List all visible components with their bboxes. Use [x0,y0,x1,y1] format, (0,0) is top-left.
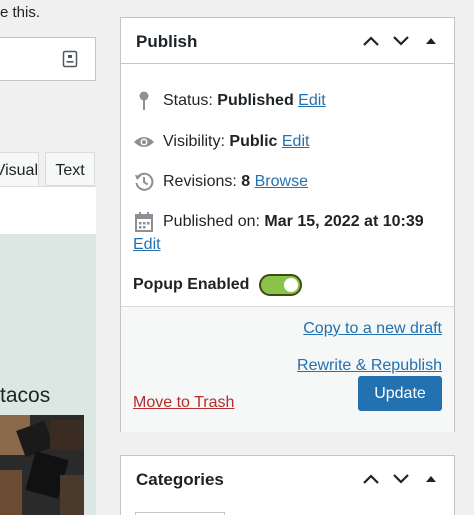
copy-to-new-draft-link[interactable]: Copy to a new draft [303,320,442,338]
chevron-down-icon [393,36,409,46]
revisions-row: Revisions: 8 Browse [133,171,308,193]
eye-icon [133,131,155,153]
popup-enabled-toggle[interactable] [259,274,303,296]
update-button[interactable]: Update [358,376,442,411]
move-down-button[interactable] [386,468,416,490]
toggle-panel-button[interactable] [416,468,446,490]
revisions-label: Revisions: [163,173,237,190]
visibility-row: Visibility: Public Edit [133,131,309,153]
collapse-arrow-icon [426,476,436,482]
status-value: Published [217,92,294,109]
publish-box-header: Publish [121,18,454,64]
chevron-up-icon [363,36,379,46]
popup-enabled-label: Popup Enabled [133,276,250,293]
notice-text: e this. [0,4,41,21]
edit-status-link[interactable]: Edit [298,92,326,110]
rewrite-republish-link[interactable]: Rewrite & Republish [297,357,442,375]
categories-box: Categories [120,455,455,515]
field-icon[interactable] [62,50,78,68]
move-up-button[interactable] [356,30,386,52]
move-down-button[interactable] [386,30,416,52]
pin-icon [133,90,155,112]
collapse-arrow-icon [426,38,436,44]
published-on-edit-row: Edit [133,236,161,254]
history-icon [133,171,155,193]
content-heading: tacos [0,384,51,407]
toggle-knob [284,278,299,292]
content-image [0,415,84,515]
chevron-up-icon [363,474,379,484]
tab-text[interactable]: Text [45,152,95,186]
edit-visibility-link[interactable]: Edit [282,133,310,151]
chevron-down-icon [393,474,409,484]
revisions-count: 8 [241,173,251,190]
editor-toolbar [0,186,96,234]
tab-visual[interactable]: Visual [0,152,39,186]
visibility-label: Visibility: [163,133,225,150]
title-input[interactable] [0,37,96,81]
toggle-panel-button[interactable] [416,30,446,52]
browse-revisions-link[interactable]: Browse [255,173,308,191]
published-on-row: Published on: Mar 15, 2022 at 10:39 [133,211,424,233]
categories-box-header: Categories [121,456,454,502]
categories-title: Categories [136,470,224,489]
categories-box-controls [356,468,446,490]
edit-date-link[interactable]: Edit [133,236,161,254]
published-on-value: Mar 15, 2022 at 10:39 [264,213,424,230]
status-label: Status: [163,92,213,109]
published-on-label: Published on: [163,213,260,230]
popup-enabled-row: Popup Enabled [133,274,303,296]
publish-box-controls [356,30,446,52]
publish-box: Publish Status: Published Edit Visibilit… [120,17,455,432]
move-to-trash-link[interactable]: Move to Trash [133,394,234,412]
publish-title: Publish [136,32,198,51]
calendar-icon [133,211,155,233]
visibility-value: Public [229,133,278,150]
major-publishing-actions: Copy to a new draft Rewrite & Republish … [121,306,454,432]
move-up-button[interactable] [356,468,386,490]
status-row: Status: Published Edit [133,90,326,112]
post-editor: e this. Visual Text tacos [0,0,110,515]
